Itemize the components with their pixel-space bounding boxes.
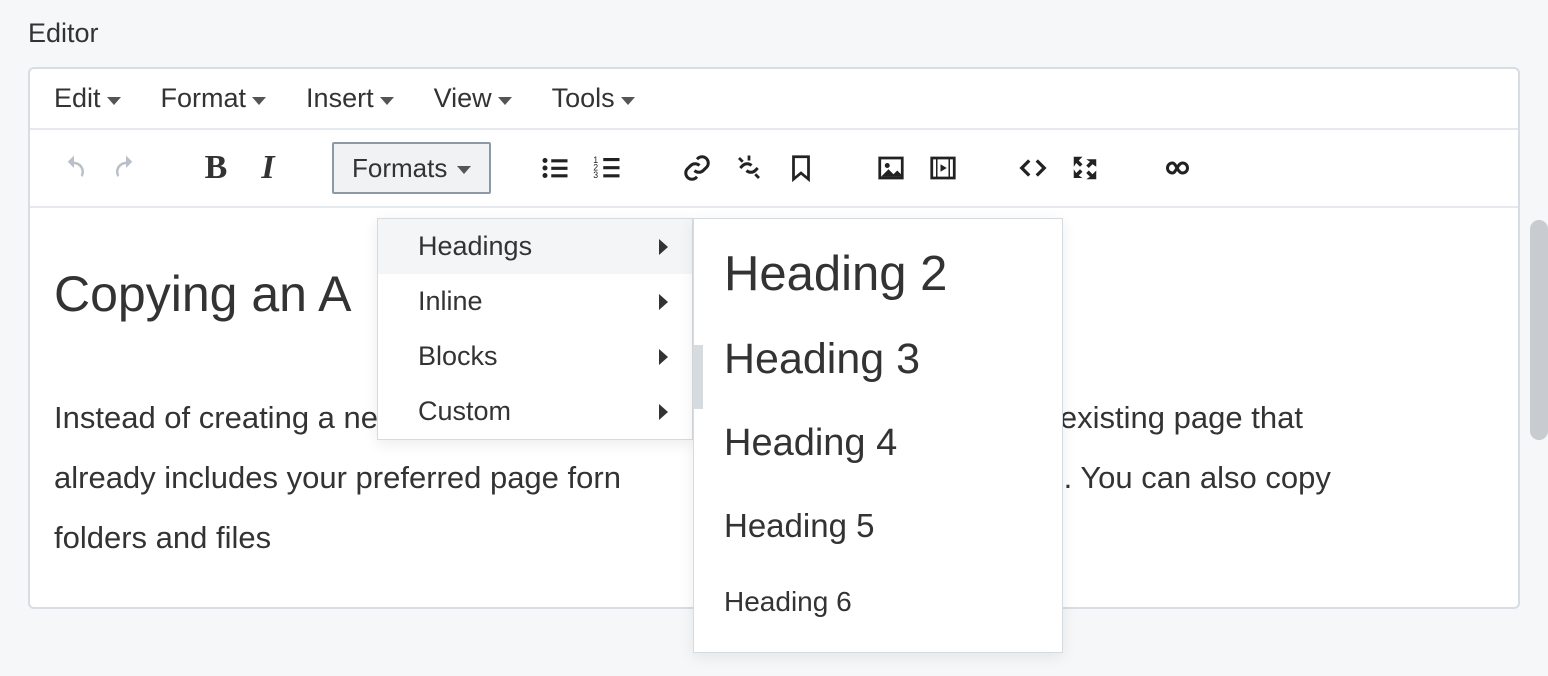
bookmark-button[interactable] — [775, 143, 827, 193]
unlink-icon — [734, 153, 764, 183]
link-button[interactable] — [671, 143, 723, 193]
formats-menu-inline[interactable]: Inline — [378, 274, 692, 329]
chevron-right-icon — [659, 239, 668, 255]
infinity-button[interactable] — [1149, 143, 1201, 193]
fullscreen-button[interactable] — [1059, 143, 1111, 193]
heading-4-option[interactable]: Heading 4 — [694, 401, 1062, 486]
image-button[interactable] — [865, 143, 917, 193]
menu-view[interactable]: View — [434, 83, 512, 114]
menu-item-label: Blocks — [418, 341, 498, 372]
chevron-right-icon — [659, 404, 668, 420]
menu-insert-label: Insert — [306, 83, 374, 114]
submenu-drag-handle[interactable] — [693, 345, 703, 409]
undo-button[interactable] — [48, 143, 100, 193]
formats-menu-blocks[interactable]: Blocks — [378, 329, 692, 384]
caret-down-icon — [107, 97, 121, 105]
formats-dropdown-label: Formats — [352, 153, 447, 184]
bookmark-icon — [786, 153, 816, 183]
svg-text:3: 3 — [594, 170, 599, 180]
chevron-right-icon — [659, 349, 668, 365]
redo-icon — [111, 153, 141, 183]
menu-insert[interactable]: Insert — [306, 83, 394, 114]
bullet-list-icon — [540, 153, 570, 183]
formats-menu-custom[interactable]: Custom — [378, 384, 692, 439]
link-icon — [682, 153, 712, 183]
code-icon — [1018, 153, 1048, 183]
heading-5-option[interactable]: Heading 5 — [694, 486, 1062, 565]
fullscreen-icon — [1070, 153, 1100, 183]
caret-down-icon — [621, 97, 635, 105]
media-button[interactable] — [917, 143, 969, 193]
formats-menu-headings[interactable]: Headings — [378, 219, 692, 274]
numbered-list-button[interactable]: 123 — [581, 143, 633, 193]
caret-down-icon — [252, 97, 266, 105]
heading-3-option[interactable]: Heading 3 — [694, 317, 1062, 402]
code-button[interactable] — [1007, 143, 1059, 193]
menu-format-label: Format — [161, 83, 247, 114]
bold-icon: B — [205, 149, 228, 187]
menu-tools[interactable]: Tools — [552, 83, 635, 114]
formats-dropdown-button[interactable]: Formats — [332, 142, 491, 194]
unlink-button[interactable] — [723, 143, 775, 193]
vertical-scrollbar[interactable] — [1530, 220, 1548, 440]
menu-format[interactable]: Format — [161, 83, 267, 114]
heading-6-option[interactable]: Heading 6 — [694, 565, 1062, 638]
menu-item-label: Custom — [418, 396, 511, 427]
bold-button[interactable]: B — [190, 143, 242, 193]
chevron-right-icon — [659, 294, 668, 310]
menubar: Edit Format Insert View Tools — [30, 69, 1518, 130]
menu-view-label: View — [434, 83, 492, 114]
body-text: folders and files — [54, 520, 271, 555]
film-icon — [928, 153, 958, 183]
undo-icon — [59, 153, 89, 183]
menu-edit-label: Edit — [54, 83, 101, 114]
headings-submenu: Heading 2 Heading 3 Heading 4 Heading 5 … — [693, 218, 1063, 653]
bullet-list-button[interactable] — [529, 143, 581, 193]
caret-down-icon — [498, 97, 512, 105]
menu-edit[interactable]: Edit — [54, 83, 121, 114]
toolbar: B I Formats 123 — [30, 130, 1518, 208]
body-text: already includes your preferred page for… — [54, 460, 621, 495]
numbered-list-icon: 123 — [592, 153, 622, 183]
infinity-icon — [1160, 153, 1190, 183]
menu-tools-label: Tools — [552, 83, 615, 114]
caret-down-icon — [457, 166, 471, 174]
caret-down-icon — [380, 97, 394, 105]
image-icon — [876, 153, 906, 183]
heading-2-option[interactable]: Heading 2 — [694, 233, 1062, 317]
menu-item-label: Headings — [418, 231, 532, 262]
editor-section-label: Editor — [28, 18, 1520, 49]
formats-menu: Headings Inline Blocks Custom — [377, 218, 693, 440]
italic-button[interactable]: I — [242, 143, 294, 193]
italic-icon: I — [261, 149, 274, 187]
redo-button[interactable] — [100, 143, 152, 193]
menu-item-label: Inline — [418, 286, 483, 317]
